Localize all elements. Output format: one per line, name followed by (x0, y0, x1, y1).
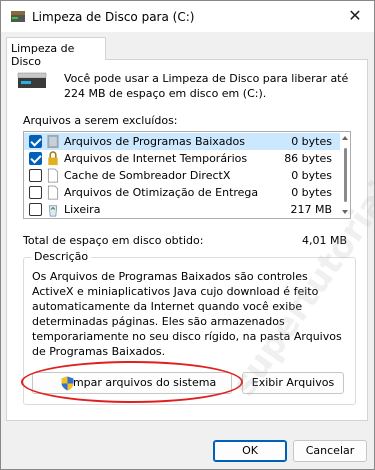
list-item[interactable]: Lixeira 217 MB (24, 201, 340, 218)
files-to-delete-label: Arquivos a serem excluídos: (23, 114, 178, 127)
description-legend: Descrição (31, 250, 92, 263)
total-space-label: Total de espaço em disco obtido: (23, 234, 204, 247)
total-space-value: 4,01 MB (301, 234, 347, 247)
item-checkbox[interactable] (29, 152, 42, 165)
list-item[interactable]: Cache de Sombreador DirectX 0 bytes (24, 167, 340, 184)
item-checkbox[interactable] (29, 169, 42, 182)
item-name: Arquivos de Otimização de Entrega (64, 186, 259, 199)
item-checkbox[interactable] (29, 203, 42, 216)
listbox-scrollbar[interactable] (340, 132, 350, 218)
lock-icon (48, 151, 58, 166)
clean-system-files-label: Limpar arquivos do sistema (63, 376, 217, 389)
item-name: Arquivos de Programas Baixados (64, 135, 245, 148)
item-name: Cache de Sombreador DirectX (64, 169, 231, 182)
scroll-thumb[interactable] (344, 148, 347, 202)
files-listbox[interactable]: Arquivos de Programas Baixados 0 bytes Arq… (23, 131, 351, 219)
uac-shield-icon (61, 376, 74, 391)
document-icon (47, 185, 59, 200)
list-item[interactable]: Arquivos de Internet Temporários 86 bytes (24, 150, 340, 167)
item-size: 86 bytes (284, 152, 332, 165)
close-button[interactable]: ✕ (343, 5, 367, 27)
title-bar: Limpeza de Disco para (C:) ✕ (1, 1, 374, 32)
disk-cleanup-icon (11, 11, 25, 22)
item-name: Arquivos de Internet Temporários (64, 152, 248, 165)
cancel-button[interactable]: Cancelar (293, 440, 367, 462)
description-text: Os Arquivos de Programas Baixados são co… (32, 270, 342, 358)
item-size: 0 bytes (291, 186, 332, 199)
list-item[interactable]: Arquivos de Programas Baixados 0 bytes (24, 133, 340, 150)
window-title: Limpeza de Disco para (C:) (32, 10, 195, 24)
item-size: 0 bytes (291, 135, 332, 148)
close-icon: ✕ (348, 6, 362, 25)
item-checkbox[interactable] (29, 186, 42, 199)
view-files-button[interactable]: Exibir Arquivos (242, 372, 344, 394)
hard-drive-icon (17, 72, 47, 88)
ok-button[interactable]: OK (213, 440, 287, 462)
scroll-up-arrow-icon[interactable] (342, 136, 348, 140)
item-size: 0 bytes (291, 169, 332, 182)
intro-text: Você pode usar a Limpeza de Disco para l… (64, 72, 349, 100)
item-name: Lixeira (64, 203, 101, 216)
document-icon (47, 168, 59, 183)
disk-cleanup-window: Limpeza de Disco para (C:) ✕ Limpeza de … (0, 0, 375, 470)
tab-disk-cleanup[interactable]: Limpeza de Disco (6, 37, 106, 68)
scroll-down-arrow-icon[interactable] (342, 210, 348, 214)
clean-system-files-button[interactable]: Limpar arquivos do sistema (32, 372, 232, 394)
recycle-bin-icon (48, 205, 58, 217)
list-item[interactable]: Arquivos de Otimização de Entrega 0 bytes (24, 184, 340, 201)
folder-icon (47, 134, 59, 149)
item-checkbox[interactable] (29, 135, 42, 148)
item-size: 217 MB (290, 203, 332, 216)
